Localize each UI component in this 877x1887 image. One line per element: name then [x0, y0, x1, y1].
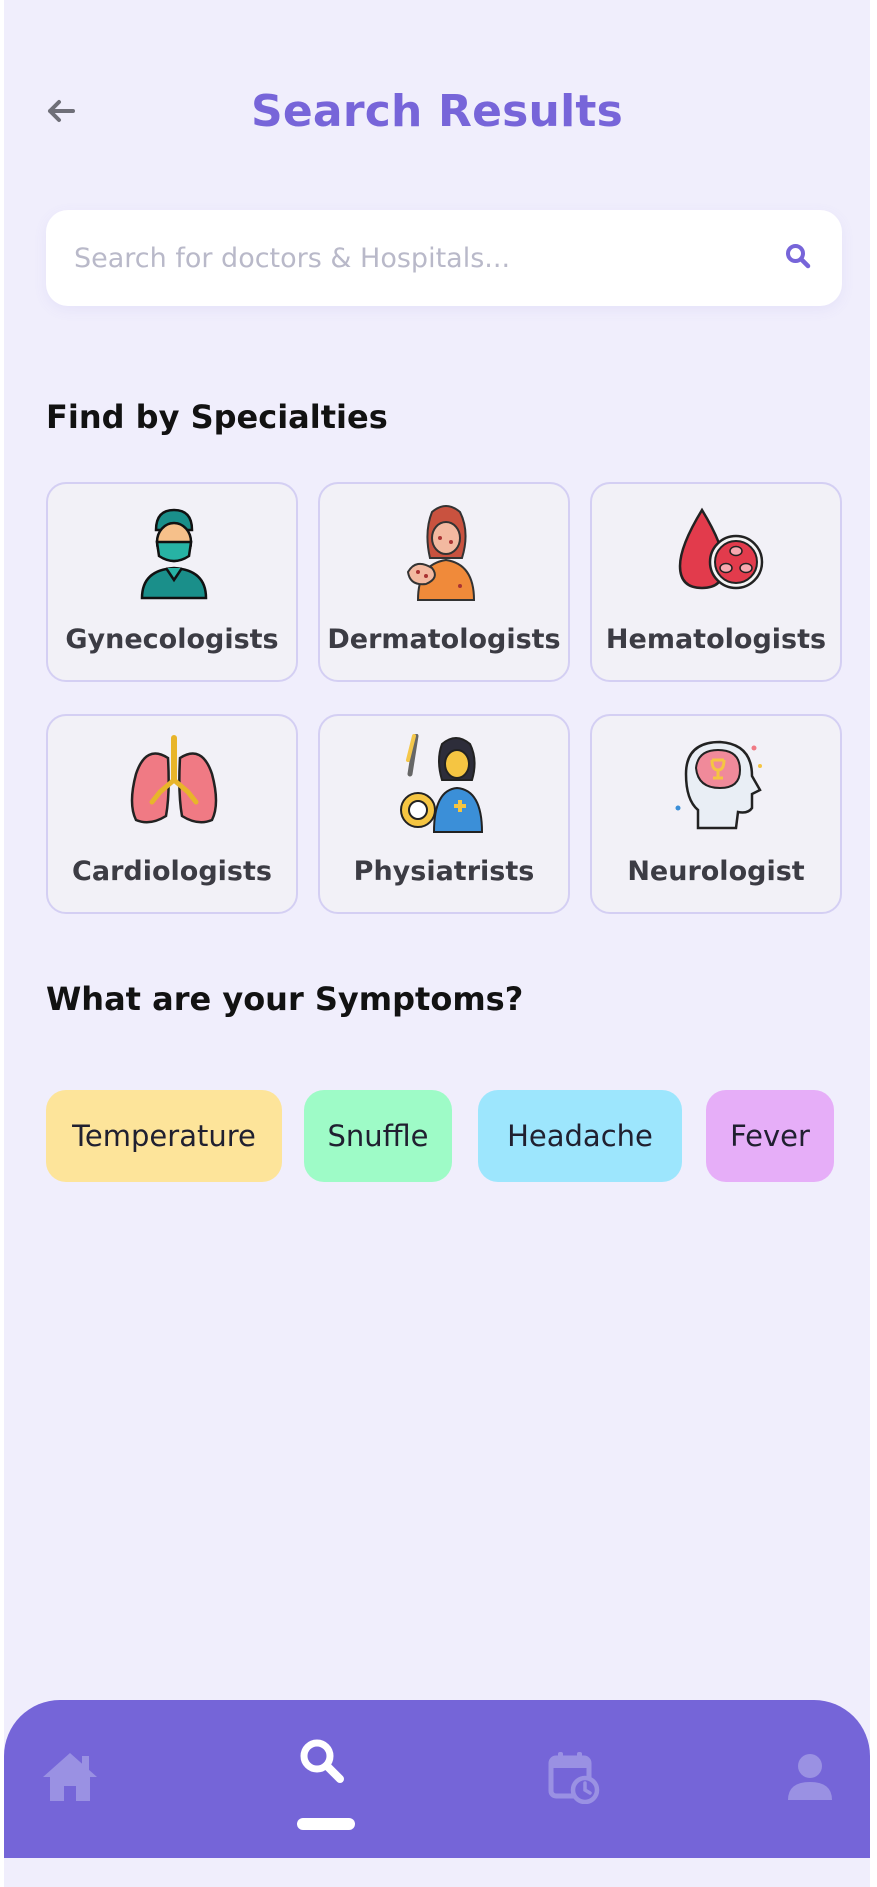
nav-profile[interactable] [750, 1700, 870, 1858]
specialty-label: Hematologists [605, 624, 827, 655]
home-icon [40, 1750, 100, 1808]
symptom-chip-fever[interactable]: Fever [706, 1090, 834, 1182]
specialty-card-dermatologists[interactable]: Dermatologists [318, 482, 570, 682]
user-icon [786, 1752, 834, 1806]
search-bar [46, 210, 842, 306]
specialty-card-cardiologists[interactable]: Cardiologists [46, 714, 298, 914]
physiatrist-icon [396, 733, 496, 834]
specialty-label: Dermatologists [327, 624, 561, 655]
search-button[interactable] [780, 240, 816, 276]
symptom-chip-headache[interactable]: Headache [478, 1090, 682, 1182]
calendar-clock-icon [548, 1750, 600, 1808]
specialty-label: Cardiologists [72, 856, 272, 887]
surgeon-icon [124, 502, 224, 602]
lungs-icon [124, 734, 224, 834]
blood-drop-icon [668, 502, 768, 602]
brain-head-icon [668, 734, 768, 834]
specialties-heading: Find by Specialties [46, 398, 388, 436]
nav-appointments[interactable] [514, 1700, 634, 1858]
nav-search[interactable] [262, 1700, 382, 1858]
specialty-card-gynecologists[interactable]: Gynecologists [46, 482, 298, 682]
search-input[interactable] [74, 210, 754, 306]
symptom-chip-temperature[interactable]: Temperature [46, 1090, 282, 1182]
symptom-chip-snuffle[interactable]: Snuffle [304, 1090, 452, 1182]
specialty-label: Neurologist [627, 856, 805, 887]
skin-condition-icon [396, 502, 496, 602]
app-screen: Search Results Find by Specialties [4, 0, 870, 1887]
specialty-card-physiatrists[interactable]: Physiatrists [318, 714, 570, 914]
specialty-card-neurologist[interactable]: Neurologist [590, 714, 842, 914]
symptom-chips: Temperature Snuffle Headache Fever [46, 1090, 846, 1182]
specialty-card-hematologists[interactable]: Hematologists [590, 482, 842, 682]
bottom-nav [4, 1700, 870, 1858]
nav-home[interactable] [10, 1700, 130, 1858]
page-title: Search Results [251, 86, 623, 137]
active-indicator [297, 1818, 355, 1830]
specialty-label: Physiatrists [353, 856, 535, 887]
header: Search Results [4, 70, 870, 160]
search-icon [784, 242, 812, 274]
symptoms-heading: What are your Symptoms? [46, 980, 524, 1018]
specialty-label: Gynecologists [65, 624, 279, 655]
search-icon [298, 1739, 346, 1789]
